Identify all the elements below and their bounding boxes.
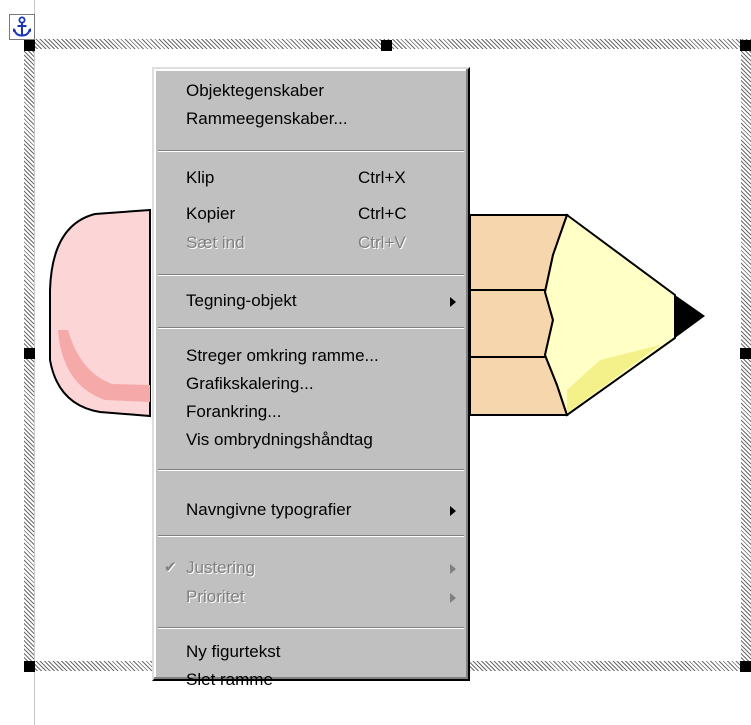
submenu-arrow-icon [450, 506, 456, 516]
menu-item-label: Klip [186, 168, 215, 187]
menu-item-drawing-object[interactable]: Tegning-objekt [154, 287, 468, 315]
checkmark-icon: ✔ [164, 559, 177, 576]
resize-handle-bottom-right[interactable] [740, 661, 751, 672]
pencil-tip [543, 213, 676, 417]
resize-handle-top-right[interactable] [740, 40, 751, 51]
menu-item-shortcut: Ctrl+X [358, 168, 406, 187]
menu-item-label: Rammeegenskaber... [186, 109, 348, 128]
menu-item-label: Objektegenskaber [186, 81, 324, 100]
menu-separator [158, 150, 464, 152]
submenu-arrow-icon [450, 297, 456, 307]
menu-item-label: Navngivne typografier [186, 500, 352, 519]
menu-item-label: Sæt ind [186, 233, 245, 252]
resize-handle-bottom-left[interactable] [24, 661, 35, 672]
menu-item-delete-frame[interactable]: Slet ramme [154, 666, 468, 694]
anchor-glyph [13, 16, 31, 37]
menu-item-alignment: ✔ Justering [154, 554, 468, 582]
menu-item-cut[interactable]: Klip Ctrl+X [154, 164, 468, 192]
menu-separator [158, 627, 464, 629]
menu-separator [158, 327, 464, 329]
menu-item-label: Vis ombrydningshåndtag [186, 430, 373, 449]
resize-handle-middle-right[interactable] [740, 348, 751, 359]
anchor-icon[interactable] [9, 14, 35, 40]
submenu-arrow-icon [450, 593, 456, 603]
menu-item-shortcut: Ctrl+C [358, 204, 407, 223]
menu-separator [158, 535, 464, 537]
menu-item-label: Forankring... [186, 402, 282, 421]
menu-item-named-styles[interactable]: Navngivne typografier [154, 496, 468, 524]
menu-item-label: Prioritet [186, 587, 245, 606]
menu-item-label: Streger omkring ramme... [186, 346, 379, 365]
menu-item-label: Slet ramme [186, 670, 273, 689]
menu-item-label: Grafikskalering... [186, 374, 314, 393]
menu-separator [158, 274, 464, 276]
menu-item-shortcut: Ctrl+V [358, 233, 406, 252]
menu-item-anchoring[interactable]: Forankring... [154, 398, 468, 426]
resize-handle-top-left[interactable] [24, 40, 35, 51]
menu-item-frame-properties[interactable]: Rammeegenskaber... [154, 105, 468, 133]
context-menu: Objektegenskaber Rammeegenskaber... Klip… [152, 67, 470, 689]
menu-item-copy[interactable]: Kopier Ctrl+C [154, 200, 468, 228]
menu-item-object-properties[interactable]: Objektegenskaber [154, 77, 468, 105]
pencil-lead [675, 295, 705, 338]
menu-item-new-caption[interactable]: Ny figurtekst [154, 638, 468, 666]
document-canvas: Objektegenskaber Rammeegenskaber... Klip… [0, 0, 751, 725]
resize-handle-top-center[interactable] [381, 40, 392, 51]
pencil-eraser [49, 208, 151, 418]
menu-item-label: Ny figurtekst [186, 642, 281, 661]
menu-item-label: Kopier [186, 204, 236, 223]
menu-item-label: Justering [186, 558, 255, 577]
menu-item-paste: Sæt ind Ctrl+V [154, 229, 468, 257]
menu-item-label: Tegning-objekt [186, 291, 297, 310]
submenu-arrow-icon [450, 564, 456, 574]
menu-item-graphic-scaling[interactable]: Grafikskalering... [154, 370, 468, 398]
menu-item-frame-lines[interactable]: Streger omkring ramme... [154, 342, 468, 370]
menu-item-show-wrap-handles[interactable]: Vis ombrydningshåndtag [154, 426, 468, 454]
menu-separator [158, 469, 464, 471]
menu-item-priority: Prioritet [154, 583, 468, 611]
resize-handle-middle-left[interactable] [24, 348, 35, 359]
